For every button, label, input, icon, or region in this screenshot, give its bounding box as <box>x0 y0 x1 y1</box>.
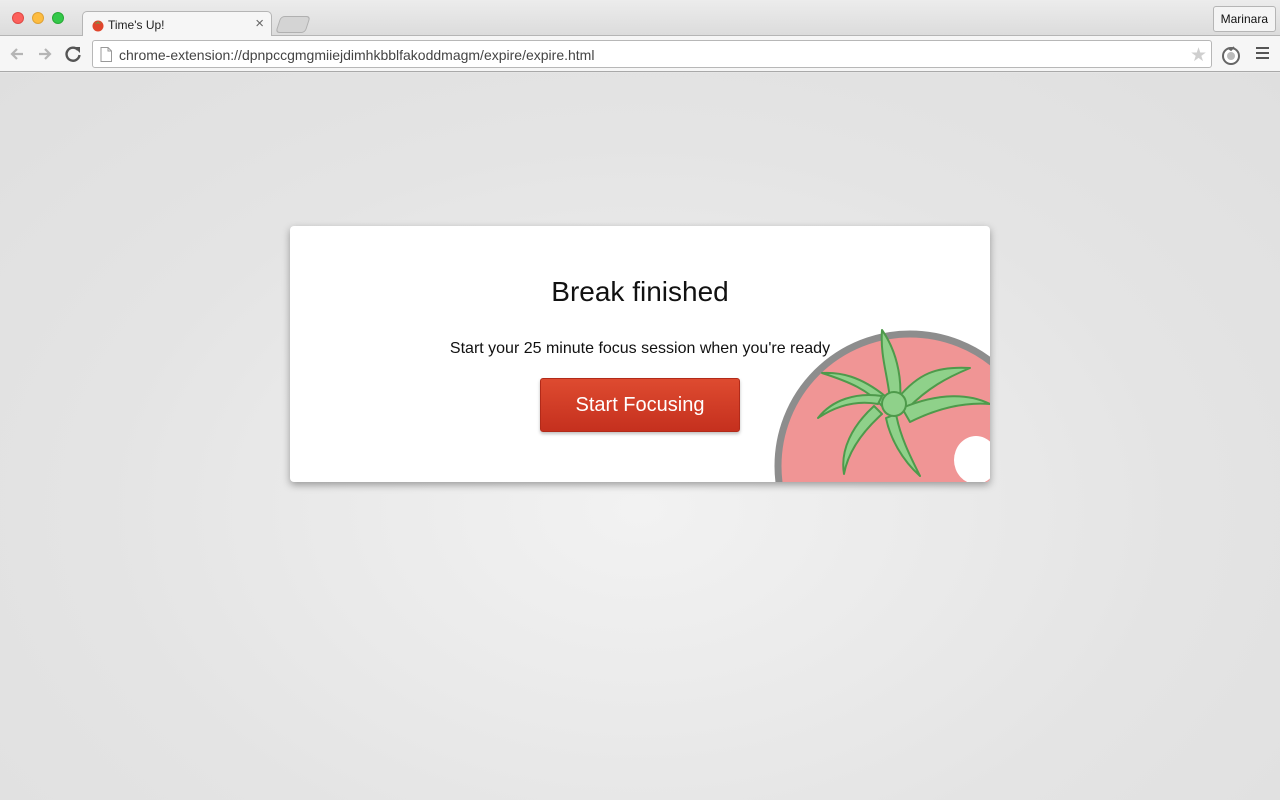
bookmark-star-icon[interactable]: ★ <box>1190 44 1207 67</box>
address-bar[interactable]: chrome-extension://dpnpccgmgmiiejdimhkbb… <box>92 40 1212 68</box>
tomato-illustration <box>774 329 990 482</box>
window-close-button[interactable] <box>12 12 24 24</box>
back-arrow-icon[interactable] <box>7 44 27 64</box>
new-tab-button[interactable] <box>275 16 311 33</box>
break-finished-card: Break finished Start your 25 minute focu… <box>290 226 990 482</box>
window-titlebar: Time's Up! × Marinara <box>0 0 1280 37</box>
tab-close-icon[interactable]: × <box>255 15 264 32</box>
window-minimize-button[interactable] <box>32 12 44 24</box>
forward-arrow-icon[interactable] <box>35 44 55 64</box>
reload-icon[interactable] <box>63 44 83 64</box>
window-maximize-button[interactable] <box>52 12 64 24</box>
page-viewport: Break finished Start your 25 minute focu… <box>0 73 1280 800</box>
start-focusing-button[interactable]: Start Focusing <box>540 378 740 432</box>
timer-extension-icon[interactable] <box>1220 44 1242 66</box>
chrome-menu-icon[interactable] <box>1256 47 1269 60</box>
page-title: Break finished <box>551 276 729 307</box>
browser-tab[interactable]: Time's Up! × <box>82 11 272 37</box>
url-text: chrome-extension://dpnpccgmgmiiejdimhkbb… <box>119 47 595 63</box>
profile-button[interactable]: Marinara <box>1212 6 1276 32</box>
browser-toolbar: chrome-extension://dpnpccgmgmiiejdimhkbb… <box>0 36 1280 72</box>
page-icon <box>100 47 112 62</box>
tab-title: Time's Up! <box>108 18 165 32</box>
tomato-icon <box>92 20 104 32</box>
